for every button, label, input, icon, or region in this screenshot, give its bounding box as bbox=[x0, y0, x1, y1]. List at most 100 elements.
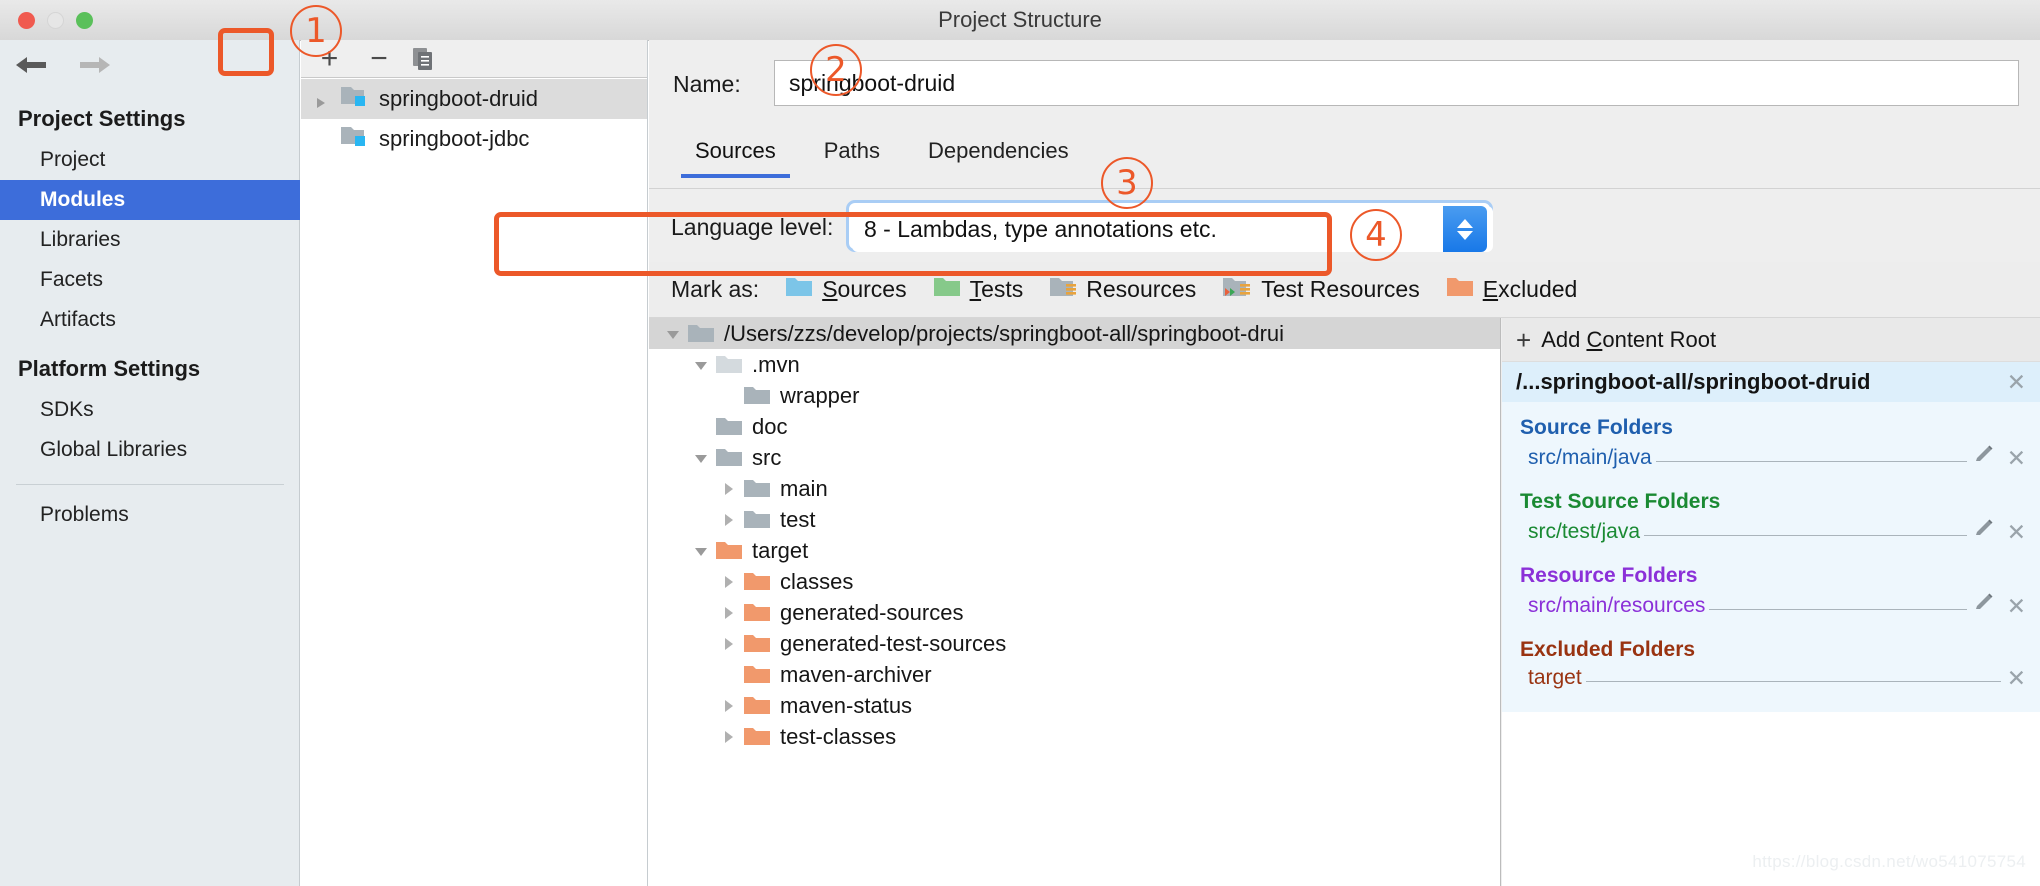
mark-as-test-resources-label: Test Resources bbox=[1261, 276, 1420, 303]
sidebar-sections: Project Settings Project Modules Librari… bbox=[0, 98, 300, 535]
sidebar-item-artifacts[interactable]: Artifacts bbox=[0, 300, 300, 340]
sidebar-item-project[interactable]: Project bbox=[0, 140, 300, 180]
chevron-right-icon[interactable] bbox=[715, 513, 743, 527]
sidebar-divider bbox=[16, 484, 284, 485]
tree-row[interactable]: doc bbox=[649, 411, 1500, 442]
chevron-right-icon[interactable] bbox=[715, 606, 743, 620]
sidebar-item-problems[interactable]: Problems bbox=[0, 495, 300, 535]
add-module-button[interactable]: + bbox=[301, 40, 358, 78]
root-folder-underline bbox=[1586, 669, 2001, 682]
module-list-panel: + − bbox=[301, 40, 648, 886]
mark-as-test-resources-button[interactable]: Test Resources bbox=[1222, 275, 1420, 305]
tree-row-label: test bbox=[780, 507, 815, 533]
chevron-right-icon[interactable] bbox=[715, 730, 743, 744]
folder-gray-icon bbox=[687, 323, 715, 345]
language-level-combo[interactable]: 8 - Lambdas, type annotations etc. bbox=[846, 200, 1493, 252]
language-level-row: Language level: 8 - Lambdas, type annota… bbox=[649, 200, 2040, 258]
tree-row[interactable]: generated-test-sources bbox=[649, 628, 1500, 659]
tree-row[interactable]: maven-status bbox=[649, 690, 1500, 721]
tree-row[interactable]: target bbox=[649, 535, 1500, 566]
chevron-up-icon[interactable] bbox=[1457, 219, 1473, 228]
content-root-entry: /...springboot-all/springboot-druid ✕ So… bbox=[1502, 362, 2040, 712]
chevron-down-icon[interactable] bbox=[1457, 231, 1473, 240]
window-title: Project Structure bbox=[0, 0, 2040, 40]
remove-root-folder-icon[interactable]: ✕ bbox=[2007, 595, 2026, 618]
expand-triangle-icon[interactable] bbox=[309, 91, 333, 107]
mark-as-sources-button[interactable]: Sources bbox=[785, 275, 906, 305]
tree-row[interactable]: wrapper bbox=[649, 380, 1500, 411]
tree-row[interactable]: test bbox=[649, 504, 1500, 535]
tab-dependencies[interactable]: Dependencies bbox=[904, 128, 1093, 178]
sidebar-header-project-settings: Project Settings bbox=[0, 98, 300, 140]
tree-row[interactable]: main bbox=[649, 473, 1500, 504]
chevron-right-icon[interactable] bbox=[715, 575, 743, 589]
edit-pencil-icon[interactable] bbox=[1973, 592, 1995, 620]
sidebar-item-global-libraries[interactable]: Global Libraries bbox=[0, 430, 300, 470]
module-row-springboot-druid[interactable]: springboot-druid bbox=[301, 79, 647, 119]
sidebar-item-facets[interactable]: Facets bbox=[0, 260, 300, 300]
root-folder-path: src/main/java bbox=[1528, 446, 1652, 470]
content-root-tree[interactable]: /Users/zzs/develop/projects/springboot-a… bbox=[649, 318, 1501, 886]
mark-as-toolbar: Mark as: Sources Tests bbox=[649, 262, 2040, 318]
remove-root-folder-icon[interactable]: ✕ bbox=[2007, 667, 2026, 690]
folder-orange-icon bbox=[743, 726, 771, 748]
tree-row[interactable]: /Users/zzs/develop/projects/springboot-a… bbox=[649, 318, 1500, 349]
tree-row-label: /Users/zzs/develop/projects/springboot-a… bbox=[724, 321, 1284, 347]
module-name-input[interactable]: springboot-druid bbox=[774, 60, 2019, 106]
tab-sources[interactable]: Sources bbox=[671, 128, 800, 178]
folder-light-icon bbox=[715, 354, 743, 376]
root-folder-item[interactable]: src/main/java ✕ bbox=[1502, 440, 2040, 476]
module-row-springboot-jdbc[interactable]: springboot-jdbc bbox=[301, 119, 647, 159]
root-folder-group-title: Resource Folders bbox=[1502, 564, 2040, 588]
language-level-stepper[interactable] bbox=[1443, 206, 1487, 252]
tree-row[interactable]: .mvn bbox=[649, 349, 1500, 380]
remove-module-button[interactable]: − bbox=[359, 40, 399, 78]
chevron-down-icon[interactable] bbox=[659, 327, 687, 341]
tree-row[interactable]: generated-sources bbox=[649, 597, 1500, 628]
tree-row[interactable]: maven-archiver bbox=[649, 659, 1500, 690]
chevron-right-icon[interactable] bbox=[715, 699, 743, 713]
root-folder-item[interactable]: src/main/resources✕ bbox=[1502, 588, 2040, 624]
root-folder-item[interactable]: src/test/java✕ bbox=[1502, 514, 2040, 550]
forward-arrow-icon[interactable] bbox=[78, 52, 112, 78]
copy-module-button[interactable] bbox=[401, 40, 445, 78]
tree-row-label: wrapper bbox=[780, 383, 859, 409]
sidebar-item-libraries[interactable]: Libraries bbox=[0, 220, 300, 260]
add-content-root-button[interactable]: + Add Content Root bbox=[1502, 318, 2040, 362]
remove-root-folder-icon[interactable]: ✕ bbox=[2007, 447, 2026, 470]
language-level-combo-inner: 8 - Lambdas, type annotations etc. bbox=[852, 206, 1493, 252]
chevron-down-icon[interactable] bbox=[687, 451, 715, 465]
folder-blue-icon bbox=[785, 275, 813, 305]
tree-row[interactable]: src bbox=[649, 442, 1500, 473]
root-folder-item[interactable]: target✕ bbox=[1502, 662, 2040, 694]
mark-as-resources-button[interactable]: Resources bbox=[1049, 275, 1196, 305]
mark-as-label: Mark as: bbox=[671, 276, 759, 303]
module-icon bbox=[339, 83, 369, 115]
root-folder-underline bbox=[1709, 597, 1966, 610]
content-root-header[interactable]: /...springboot-all/springboot-druid ✕ bbox=[1502, 362, 2040, 402]
sidebar-item-modules[interactable]: Modules bbox=[0, 180, 300, 220]
folder-gray-icon bbox=[715, 447, 743, 469]
mark-as-tests-button[interactable]: Tests bbox=[933, 275, 1024, 305]
edit-pencil-icon[interactable] bbox=[1973, 444, 1995, 472]
chevron-right-icon[interactable] bbox=[715, 482, 743, 496]
mark-as-excluded-button[interactable]: Excluded bbox=[1446, 275, 1578, 305]
edit-pencil-icon[interactable] bbox=[1973, 518, 1995, 546]
root-folder-underline bbox=[1656, 449, 1967, 462]
remove-content-root-icon[interactable]: ✕ bbox=[2007, 371, 2026, 394]
language-level-label: Language level: bbox=[671, 214, 833, 241]
sidebar-item-sdks[interactable]: SDKs bbox=[0, 390, 300, 430]
chevron-down-icon[interactable] bbox=[687, 358, 715, 372]
remove-root-folder-icon[interactable]: ✕ bbox=[2007, 521, 2026, 544]
root-folder-group: Test Source Folderssrc/test/java✕ bbox=[1502, 490, 2040, 550]
tree-row-label: main bbox=[780, 476, 828, 502]
tab-paths[interactable]: Paths bbox=[800, 128, 904, 178]
roots-panel-bottom-pad bbox=[1502, 694, 2040, 712]
chevron-down-icon[interactable] bbox=[687, 544, 715, 558]
tree-row[interactable]: classes bbox=[649, 566, 1500, 597]
tree-row[interactable]: test-classes bbox=[649, 721, 1500, 752]
chevron-right-icon[interactable] bbox=[715, 637, 743, 651]
back-arrow-icon[interactable] bbox=[14, 52, 48, 78]
language-level-value: 8 - Lambdas, type annotations etc. bbox=[864, 206, 1217, 252]
module-name-label: Name: bbox=[673, 71, 741, 98]
